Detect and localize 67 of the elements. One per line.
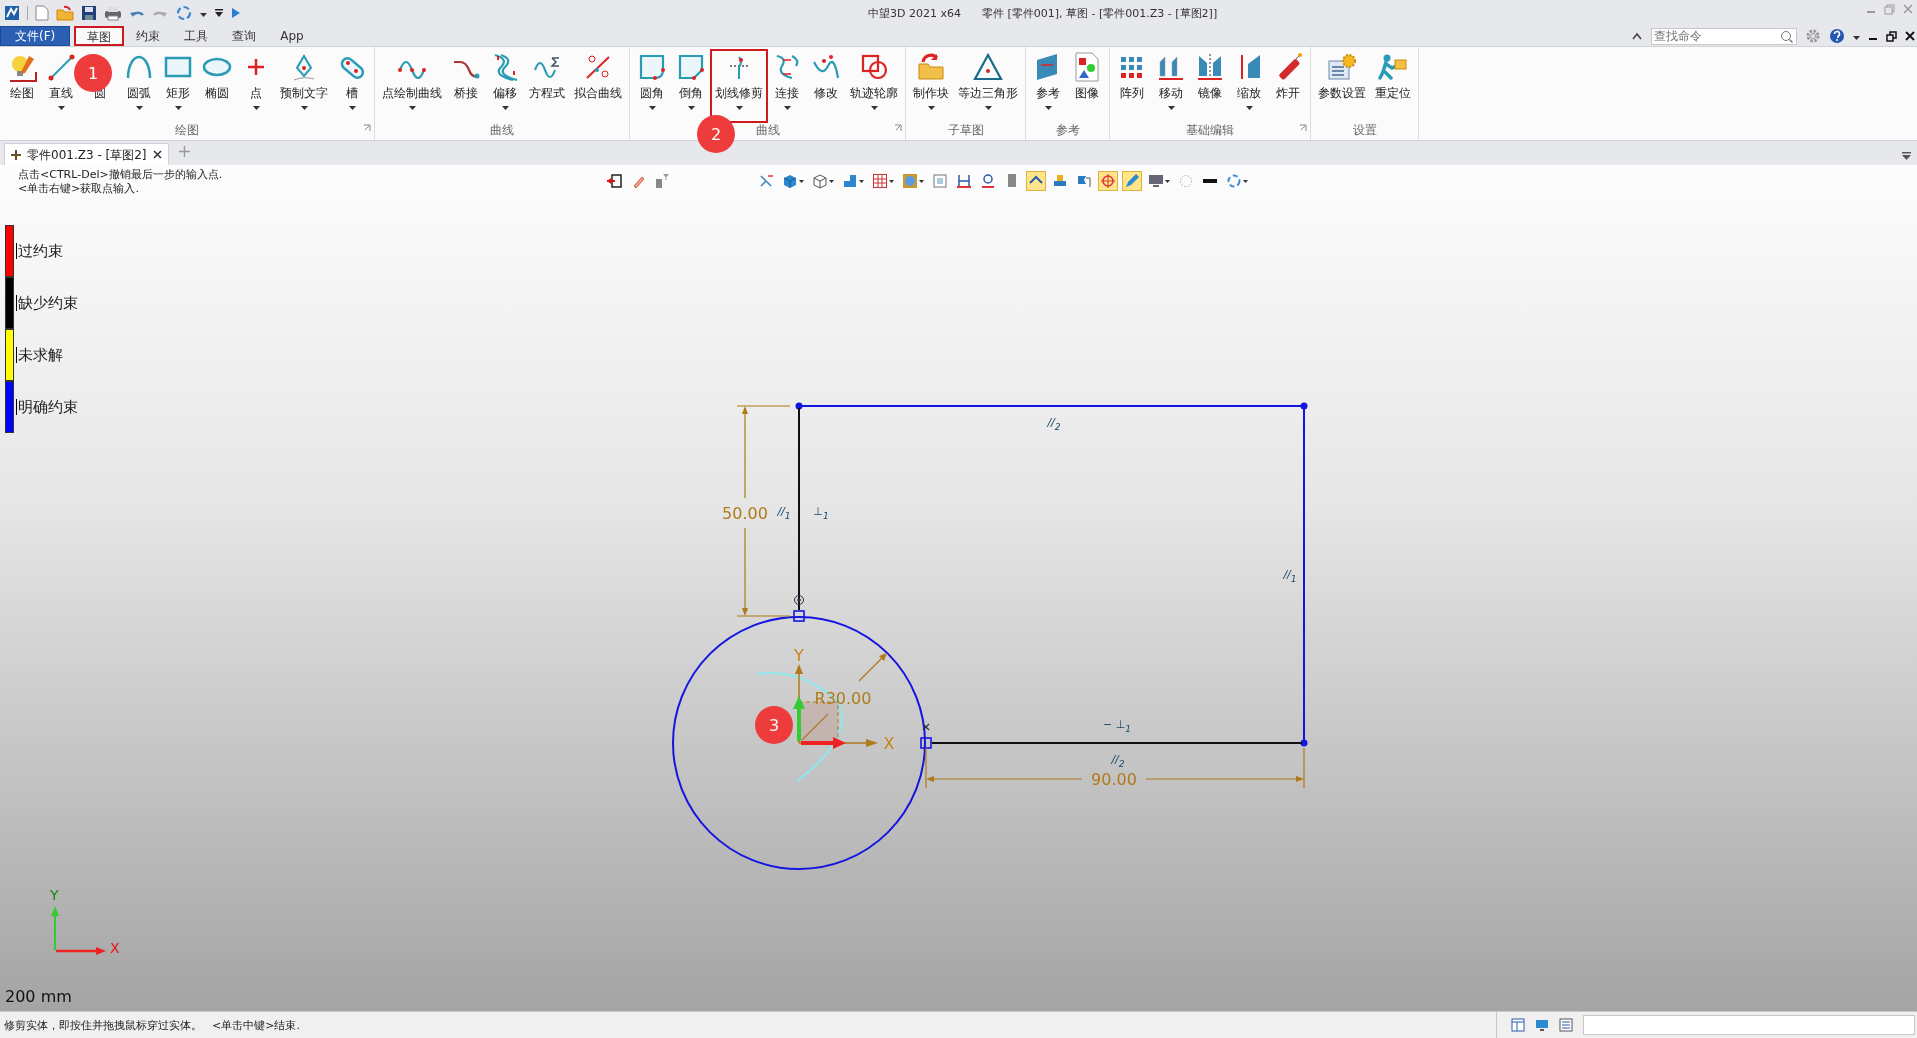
- menu-tab[interactable]: App: [268, 26, 316, 46]
- menu-tab[interactable]: 约束: [124, 26, 173, 46]
- menu-tab[interactable]: 工具: [172, 26, 221, 46]
- axis-label: Y: [50, 887, 59, 903]
- group-label: 曲线: [755, 123, 780, 137]
- group-label: 绘图: [175, 123, 199, 137]
- constraint-mark: ⊥$_{1}$: [813, 505, 829, 521]
- ribbon-button[interactable]: 绘图: [3, 50, 41, 122]
- prompt-text: 点击<CTRL-Del>撤销最后一步的输入点.: [18, 168, 223, 182]
- ribbon-button[interactable]: 点: [237, 50, 275, 122]
- ribbon-button[interactable]: 矩形: [159, 50, 197, 122]
- ribbon-button[interactable]: 移动: [1152, 50, 1190, 122]
- ribbon-button[interactable]: 参数设置: [1314, 50, 1370, 122]
- constraint-mark: − ⊥$_{1}$: [1102, 718, 1132, 734]
- axis-label: Y: [794, 645, 804, 665]
- search-field[interactable]: 查找命令: [1651, 27, 1797, 45]
- legend-label: 明确约束: [16, 399, 78, 415]
- status-text: <单击中键>结束.: [212, 1017, 300, 1033]
- ribbon-button[interactable]: 圆角: [633, 50, 671, 122]
- axis-label: X: [883, 733, 895, 753]
- ribbon-button[interactable]: 镜像: [1191, 50, 1229, 122]
- group-label: 设置: [1352, 123, 1377, 137]
- legend-label: 缺少约束: [16, 295, 78, 311]
- menu-tab[interactable]: 草图: [74, 26, 125, 46]
- dimension-label: 90.00: [1091, 769, 1137, 789]
- group-label: 子草图: [947, 123, 984, 137]
- axis-label: X: [110, 940, 120, 956]
- constraint-mark: //$_{2}$: [1047, 416, 1061, 432]
- ribbon-button[interactable]: 参考: [1029, 50, 1067, 122]
- ribbon-button[interactable]: 椭圆: [198, 50, 236, 122]
- dimension-label: R30.00: [814, 688, 872, 708]
- prompt-text: <单击右键>获取点输入.: [18, 182, 140, 196]
- ribbon-button[interactable]: 点绘制曲线: [378, 50, 446, 122]
- ribbon-button[interactable]: 拟合曲线: [570, 50, 626, 122]
- ribbon-button[interactable]: 图像: [1068, 50, 1106, 122]
- dimension-label: 50.00: [722, 503, 768, 523]
- ribbon-button[interactable]: 重定位: [1371, 50, 1415, 122]
- constraint-mark: //$_{1}$: [777, 505, 791, 521]
- constraint-mark: //$_{1}$: [1283, 568, 1297, 584]
- ribbon-button[interactable]: 轨迹轮廓: [846, 50, 902, 122]
- group-label: 曲线: [490, 123, 514, 137]
- file-menu-button[interactable]: 文件(F): [0, 26, 71, 46]
- scale-label: 200 mm: [5, 987, 72, 1006]
- ribbon-button[interactable]: 桥接: [447, 50, 485, 122]
- ribbon-button[interactable]: 制作块: [909, 50, 953, 122]
- document-tab[interactable]: 零件001.Z3 - [草图2]: [4, 143, 169, 165]
- ribbon-button[interactable]: 缩放: [1230, 50, 1268, 122]
- constraint-mark: //$_{2}$: [1111, 753, 1125, 769]
- menu-tab[interactable]: 查询: [220, 26, 269, 46]
- status-text: 修剪实体，即按住并拖拽鼠标穿过实体。: [4, 1017, 202, 1033]
- legend-label: 过约束: [16, 243, 63, 259]
- group-label: 参考: [1055, 123, 1080, 137]
- ribbon-button[interactable]: 炸开: [1269, 50, 1307, 122]
- app-title: 中望3D 2021 x64: [868, 6, 961, 21]
- window-title: 零件 [零件001], 草图 - [零件001.Z3 - [草图2]]: [982, 6, 1218, 21]
- step-number-tooltip: 2: [697, 115, 735, 153]
- ribbon-button[interactable]: 预制文字: [276, 50, 332, 122]
- ribbon-button[interactable]: 阵列: [1113, 50, 1151, 122]
- ribbon-button[interactable]: 偏移: [486, 50, 524, 122]
- ribbon-button[interactable]: 槽: [333, 50, 371, 122]
- legend-label: 未求解: [16, 347, 63, 363]
- ribbon-button[interactable]: 方程式: [525, 50, 569, 122]
- group-label: 基础编辑: [1186, 123, 1234, 137]
- ribbon-button[interactable]: 连接: [768, 50, 806, 122]
- ribbon-button[interactable]: 修改: [807, 50, 845, 122]
- ribbon-button[interactable]: 等边三角形: [954, 50, 1022, 122]
- ribbon-button[interactable]: 圆弧: [120, 50, 158, 122]
